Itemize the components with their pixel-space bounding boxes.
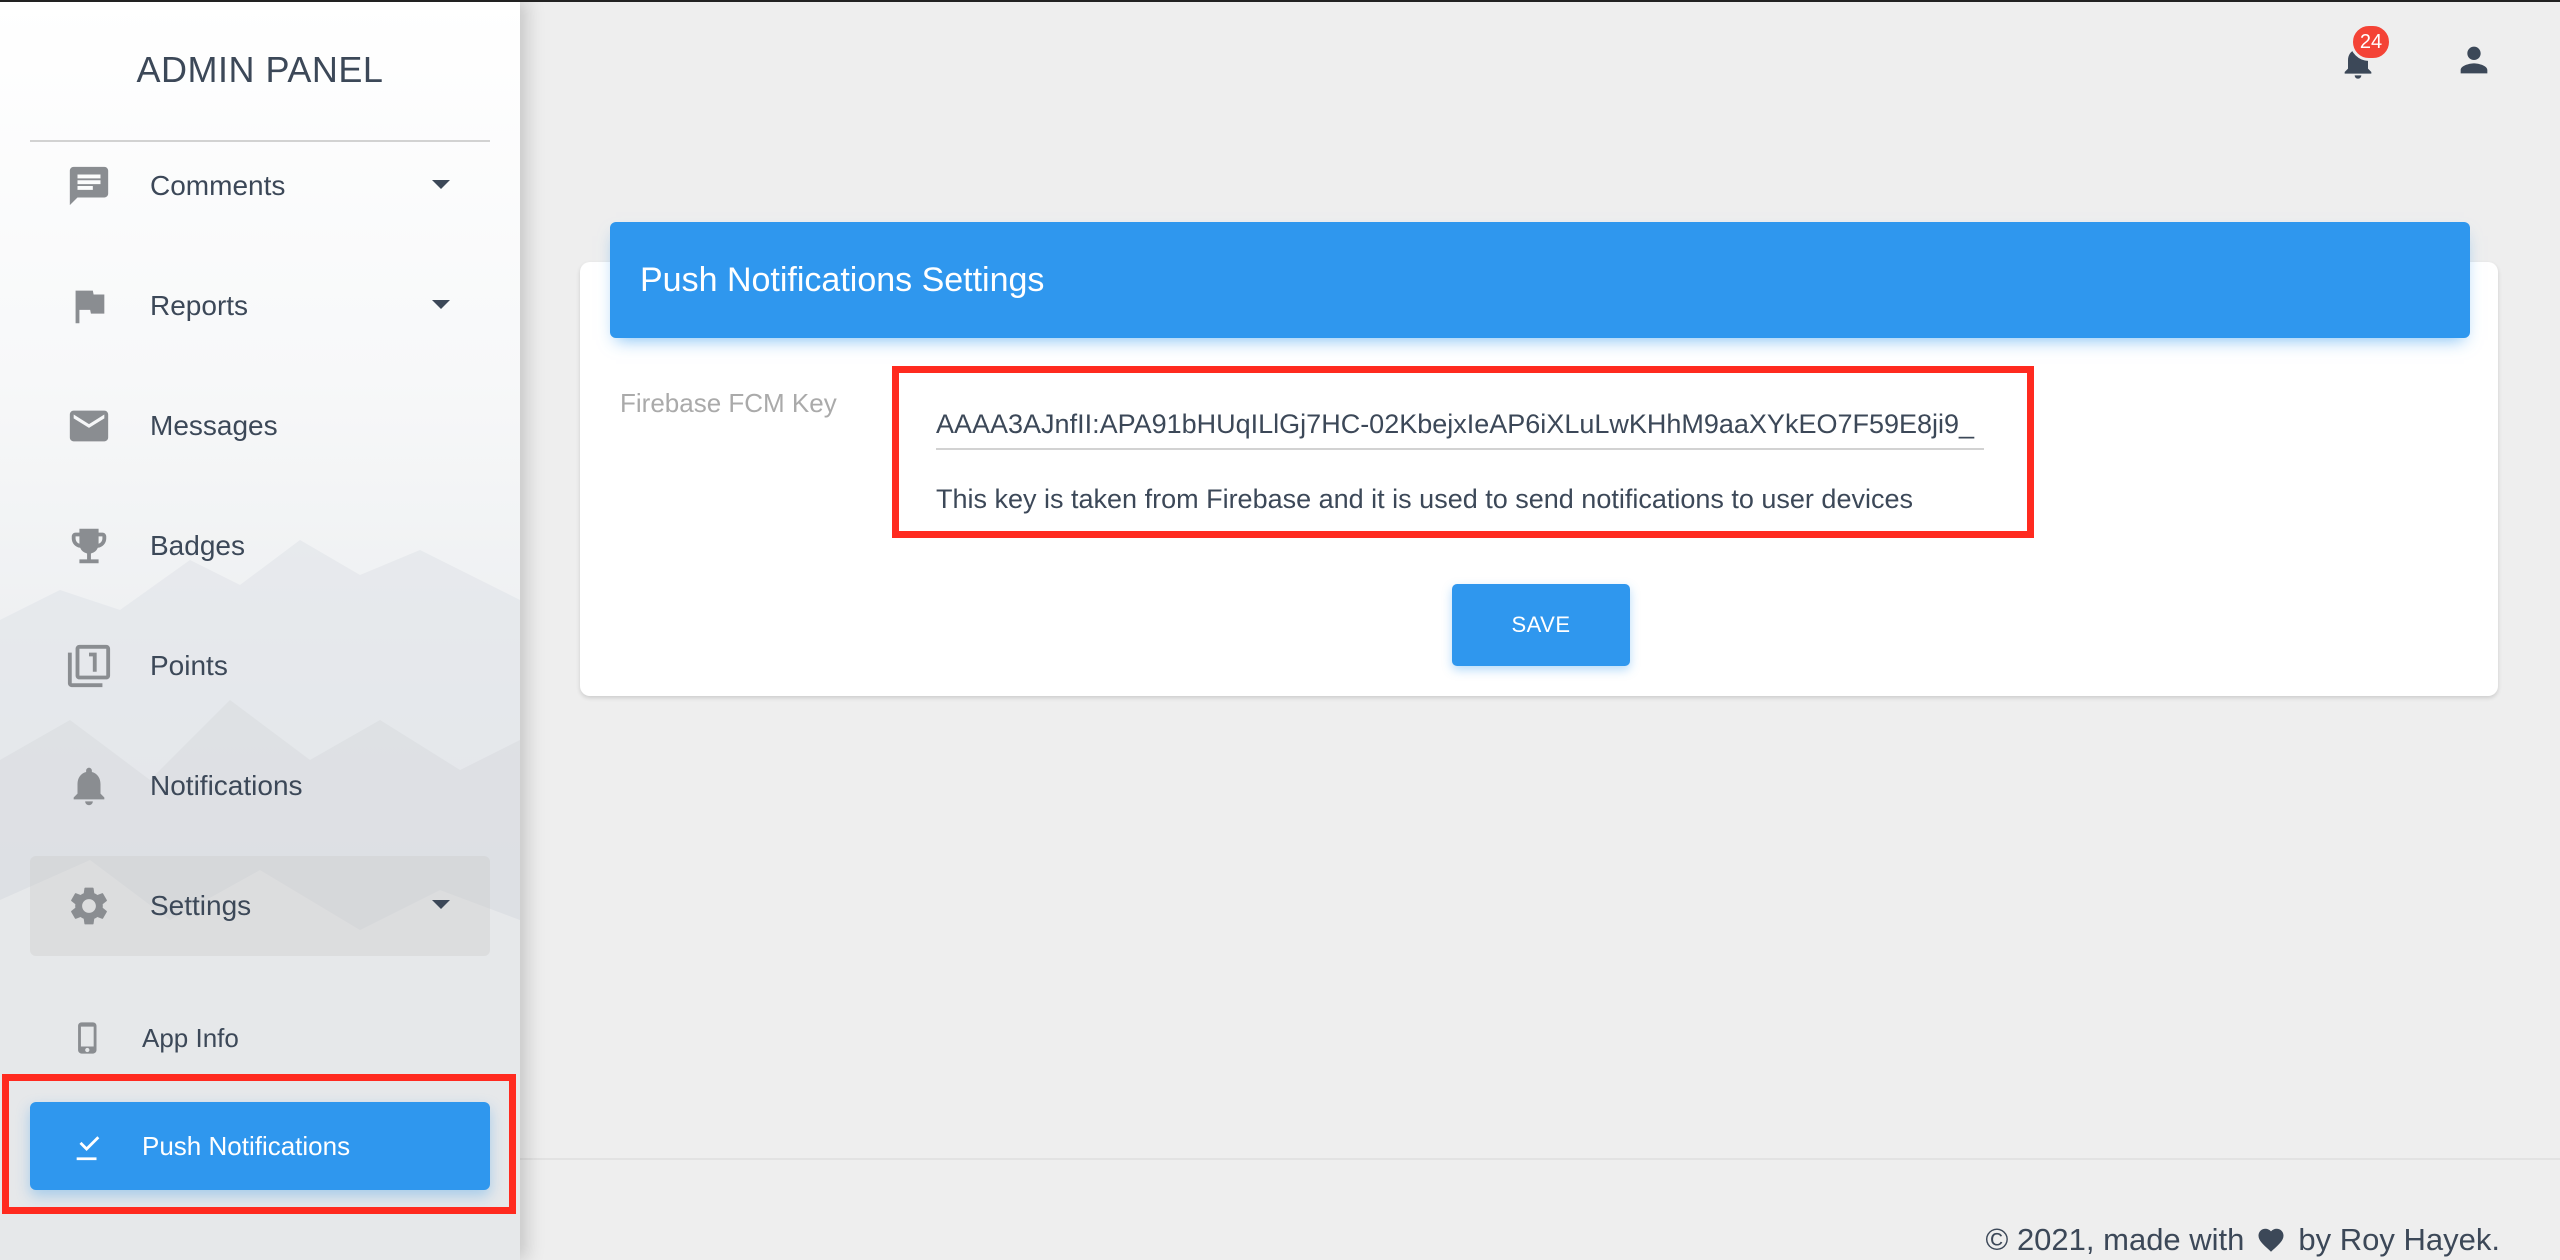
sidebar-item-label: Notifications <box>150 770 303 801</box>
window-top-border <box>0 0 2560 2</box>
heart-icon <box>2254 1225 2288 1255</box>
footer: © 2021, made with by Roy Hayek. <box>1985 1222 2500 1258</box>
phone-icon <box>70 1018 106 1058</box>
sidebar-item-label: Reports <box>150 290 249 321</box>
sidebar-item-label: Messages <box>150 410 278 441</box>
sidebar-subitem-label: Push Notifications <box>142 1130 351 1161</box>
sidebar-item-badges[interactable]: Badges <box>30 496 490 596</box>
sidebar-item-comments[interactable]: Comments <box>30 136 490 236</box>
fcm-key-helper-text: This key is taken from Firebase and it i… <box>936 484 1913 514</box>
push-notification-icon <box>70 1126 106 1166</box>
footer-divider <box>520 1158 2560 1160</box>
sidebar: ADMIN PANEL Comments Reports Messages Ba… <box>0 0 520 1260</box>
brand-title: ADMIN PANEL <box>136 49 384 90</box>
footer-prefix: © 2021, made with <box>1985 1222 2245 1257</box>
sidebar-subitem-push-notifications[interactable]: Push Notifications <box>30 1102 490 1190</box>
sidebar-item-label: Badges <box>150 530 245 561</box>
card-title: Push Notifications Settings <box>640 260 1045 299</box>
sidebar-item-label: Settings <box>150 890 252 921</box>
caret-down-icon <box>432 900 450 909</box>
sidebar-item-messages[interactable]: Messages <box>30 376 490 476</box>
flag-icon <box>66 283 112 329</box>
trophy-icon <box>66 523 112 569</box>
sidebar-subitem-label: App Info <box>142 1022 239 1053</box>
fcm-key-label: Firebase FCM Key <box>620 388 837 418</box>
brand[interactable]: ADMIN PANEL <box>30 0 490 142</box>
caret-down-icon <box>432 300 450 309</box>
sidebar-subitem-app-info[interactable]: App Info <box>30 994 490 1082</box>
user-account-icon[interactable] <box>2454 40 2494 80</box>
sidebar-item-points[interactable]: Points <box>30 616 490 716</box>
sidebar-item-reports[interactable]: Reports <box>30 256 490 356</box>
card-header: Push Notifications Settings <box>610 222 2470 338</box>
gear-icon <box>66 883 112 929</box>
filter-1-icon <box>66 643 112 689</box>
sidebar-item-notifications[interactable]: Notifications <box>30 736 490 836</box>
save-button[interactable]: SAVE <box>1452 584 1630 666</box>
footer-suffix: by Roy Hayek. <box>2298 1222 2500 1257</box>
sidebar-item-label: Points <box>150 650 228 681</box>
bell-icon <box>66 763 112 809</box>
notification-count-badge: 24 <box>2350 23 2392 61</box>
sidebar-item-label: Comments <box>150 170 286 201</box>
comment-icon <box>66 163 112 209</box>
sidebar-item-settings[interactable]: Settings <box>30 856 490 956</box>
mail-icon <box>66 403 112 449</box>
fcm-key-input[interactable] <box>936 400 1984 450</box>
caret-down-icon <box>432 180 450 189</box>
